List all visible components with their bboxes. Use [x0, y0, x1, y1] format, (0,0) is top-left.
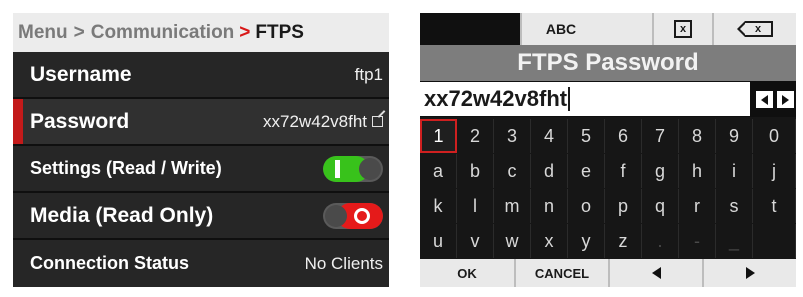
key-row: 1 2 3 4 5 6 7 8 9 0: [420, 119, 796, 153]
breadcrumb-menu[interactable]: Menu: [18, 22, 68, 44]
cancel-button[interactable]: CANCEL: [514, 259, 608, 287]
key[interactable]: s: [716, 189, 753, 223]
breadcrumb-separator: >: [73, 21, 85, 43]
previous-button[interactable]: [608, 259, 702, 287]
key[interactable]: g: [642, 154, 679, 188]
cursor-left-button[interactable]: [756, 91, 773, 108]
edit-icon: [372, 116, 383, 127]
key-row: a b c d e f g h i j: [420, 154, 796, 188]
key-row: k l m n o p q r s t: [420, 189, 796, 223]
key[interactable]: 1: [420, 119, 457, 153]
menu-row-media[interactable]: Media (Read Only): [13, 193, 389, 240]
key[interactable]: 4: [531, 119, 568, 153]
key[interactable]: k: [420, 189, 457, 223]
password-keyboard-panel: ABC x x FTPS Password xx72w42v8fht 1 2 3…: [420, 13, 796, 287]
text-cursor: [568, 87, 571, 111]
connection-status-value: No Clients: [304, 253, 383, 273]
password-input[interactable]: xx72w42v8fht: [420, 82, 750, 116]
key[interactable]: 0: [753, 119, 796, 153]
password-value: xx72w42v8fht: [263, 111, 367, 131]
key-grid: 1 2 3 4 5 6 7 8 9 0 a b c d e f g h i j …: [420, 119, 796, 259]
media-label: Media (Read Only): [30, 203, 214, 227]
key[interactable]: q: [642, 189, 679, 223]
ok-button[interactable]: OK: [420, 259, 514, 287]
breadcrumb: Menu > Communication > FTPS: [13, 13, 389, 52]
menu-row-username[interactable]: Username ftp1: [13, 52, 389, 99]
media-toggle[interactable]: [323, 202, 383, 229]
key[interactable]: f: [605, 154, 642, 188]
key[interactable]: .: [642, 224, 679, 258]
toggle-off-ring-icon: [354, 207, 370, 224]
key[interactable]: i: [716, 154, 753, 188]
menu-row-connection-status: Connection Status No Clients: [13, 240, 389, 287]
key[interactable]: w: [494, 224, 531, 258]
key[interactable]: e: [568, 154, 605, 188]
keyboard-toolbar: ABC x x: [420, 13, 796, 45]
connection-status-label: Connection Status: [30, 253, 190, 273]
key[interactable]: j: [753, 154, 796, 188]
breadcrumb-separator-active: >: [239, 21, 251, 43]
mode-abc-button[interactable]: ABC: [520, 13, 600, 45]
next-button[interactable]: [702, 259, 796, 287]
password-entry: xx72w42v8fht: [420, 81, 796, 117]
settings-label: Settings (Read / Write): [30, 158, 222, 178]
triangle-left-icon: [651, 267, 661, 279]
backspace-button[interactable]: x: [712, 13, 796, 45]
key[interactable]: y: [568, 224, 605, 258]
menu-row-settings[interactable]: Settings (Read / Write): [13, 146, 389, 193]
username-value: ftp1: [354, 64, 383, 84]
cursor-right-button[interactable]: [777, 91, 794, 108]
toolbar-blank: [420, 13, 520, 45]
key[interactable]: 7: [642, 119, 679, 153]
key[interactable]: t: [753, 189, 796, 223]
key[interactable]: -: [679, 224, 716, 258]
key[interactable]: z: [605, 224, 642, 258]
clear-button[interactable]: x: [652, 13, 712, 45]
menu-row-password[interactable]: Password xx72w42v8fht: [13, 99, 389, 146]
key[interactable]: _: [716, 224, 753, 258]
keyboard-action-bar: OK CANCEL: [420, 259, 796, 287]
triangle-right-icon: [745, 267, 755, 279]
password-label: Password: [30, 109, 130, 133]
keyboard-title: FTPS Password: [420, 45, 796, 81]
key[interactable]: 8: [679, 119, 716, 153]
key[interactable]: o: [568, 189, 605, 223]
key[interactable]: d: [531, 154, 568, 188]
username-label: Username: [30, 62, 132, 86]
ftps-menu-panel: Menu > Communication > FTPS Username ftp…: [13, 13, 389, 287]
x-box-icon: x: [674, 20, 692, 38]
key[interactable]: v: [457, 224, 494, 258]
arrow-right-icon: [782, 94, 789, 105]
key[interactable]: l: [457, 189, 494, 223]
key[interactable]: n: [531, 189, 568, 223]
key[interactable]: 2: [457, 119, 494, 153]
key[interactable]: b: [457, 154, 494, 188]
breadcrumb-communication[interactable]: Communication: [91, 22, 235, 44]
key[interactable]: x: [531, 224, 568, 258]
settings-toggle[interactable]: [323, 155, 383, 182]
toggle-knob: [325, 204, 347, 227]
key[interactable]: r: [679, 189, 716, 223]
arrow-left-icon: [761, 94, 768, 105]
backspace-icon: x: [737, 21, 773, 37]
key[interactable]: 3: [494, 119, 531, 153]
key[interactable]: 9: [716, 119, 753, 153]
key-row: u v w x y z . - _: [420, 224, 796, 258]
key[interactable]: c: [494, 154, 531, 188]
key[interactable]: [753, 224, 796, 258]
password-value-group: xx72w42v8fht: [263, 112, 383, 132]
key[interactable]: p: [605, 189, 642, 223]
breadcrumb-current: FTPS: [255, 21, 304, 43]
toggle-knob: [359, 157, 381, 180]
key[interactable]: a: [420, 154, 457, 188]
key[interactable]: u: [420, 224, 457, 258]
key[interactable]: h: [679, 154, 716, 188]
key[interactable]: 6: [605, 119, 642, 153]
key[interactable]: m: [494, 189, 531, 223]
password-input-text: xx72w42v8fht: [424, 86, 568, 111]
key[interactable]: 5: [568, 119, 605, 153]
toggle-on-mark: [335, 159, 340, 178]
